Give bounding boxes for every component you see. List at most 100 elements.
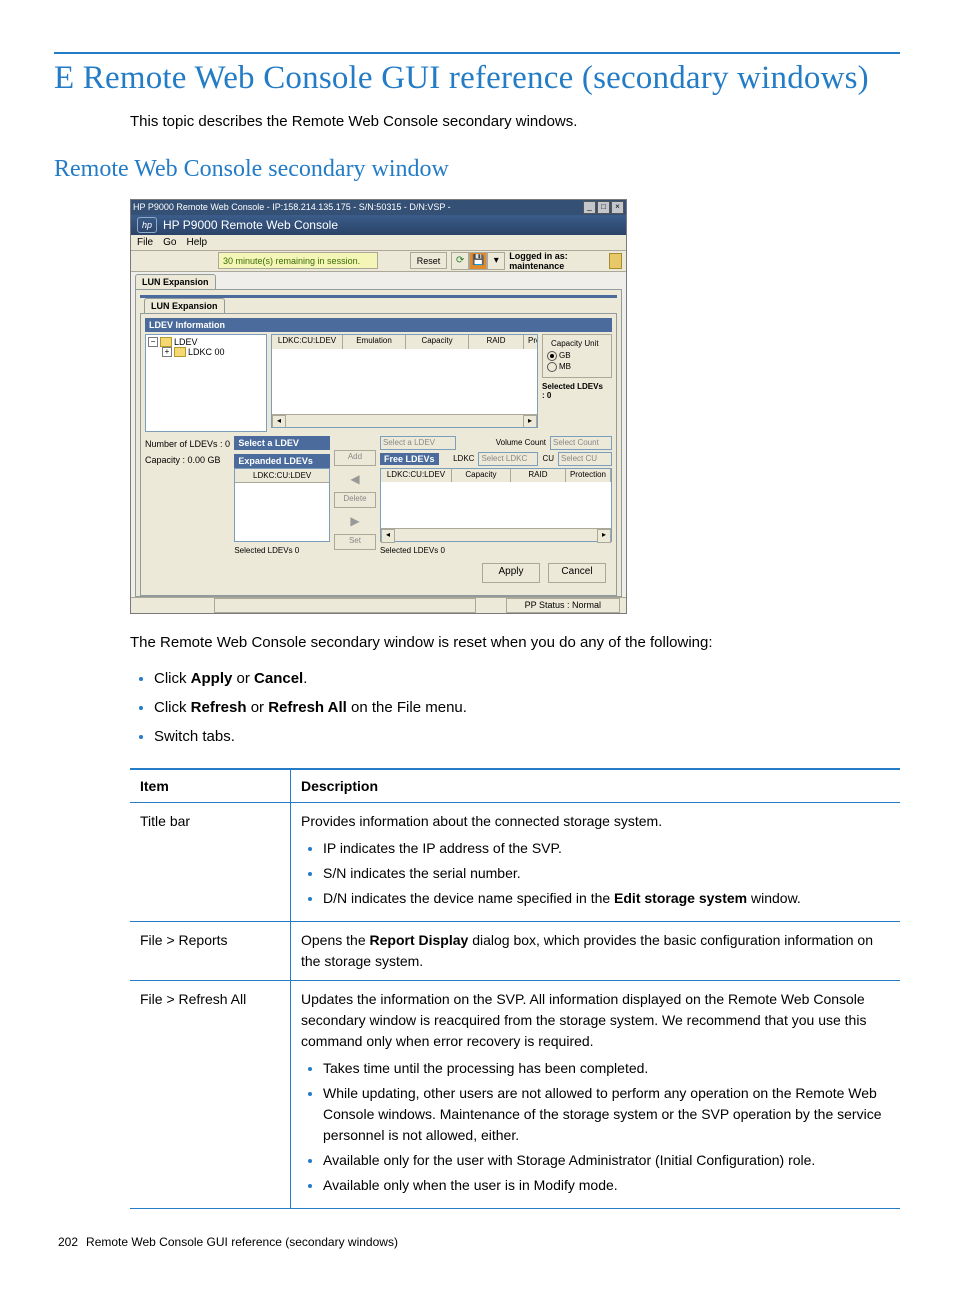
refresh-icon[interactable]: ⟳ — [451, 252, 469, 270]
tree-root-label[interactable]: LDEV — [174, 337, 198, 347]
tab-lun-expansion-inner[interactable]: LUN Expansion — [144, 298, 225, 313]
footer-text: Remote Web Console GUI reference (second… — [86, 1235, 398, 1249]
brand-title: HP P9000 Remote Web Console — [163, 218, 338, 232]
save-icon[interactable]: 💾 — [469, 252, 487, 270]
text: Click — [154, 699, 191, 716]
delete-button[interactable]: Delete — [334, 492, 376, 508]
table-item: File > Refresh All — [130, 981, 291, 1209]
folder-icon — [174, 347, 186, 357]
scroll-right-icon[interactable]: ▸ — [597, 529, 611, 543]
stat-num-ldevs: Number of LDEVs : 0 — [145, 436, 230, 452]
minimize-icon[interactable]: _ — [583, 201, 596, 214]
table-header-item: Item — [130, 769, 291, 803]
text: window. — [747, 890, 801, 906]
text: D/N indicates the device name specified … — [323, 890, 614, 906]
add-button[interactable]: Add — [334, 450, 376, 466]
list-item: Available only for the user with Storage… — [323, 1150, 890, 1171]
reset-button[interactable]: Reset — [410, 252, 448, 269]
expanded-list-header[interactable]: LDKC:CU:LDEV — [235, 469, 329, 483]
cancel-button[interactable]: Cancel — [548, 563, 606, 583]
capacity-unit-label: Capacity Unit — [549, 339, 601, 348]
list-item: Click Refresh or Refresh All on the File… — [154, 693, 900, 722]
arrow-left-icon: ◀ — [350, 472, 359, 486]
tree-collapse-icon[interactable]: − — [148, 337, 158, 347]
select-count-dropdown[interactable]: Select Count — [550, 436, 612, 450]
menu-help[interactable]: Help — [186, 237, 207, 248]
free-col-capacity[interactable]: Capacity — [452, 469, 511, 482]
text: or — [247, 699, 269, 716]
ldev-grid[interactable]: LDKC:CU:LDEV Emulation Capacity RAID Pro… — [271, 334, 538, 428]
stat-capacity: Capacity : 0.00 GB — [145, 452, 230, 468]
radio-gb[interactable] — [547, 351, 557, 361]
grid-col-emulation[interactable]: Emulation — [343, 335, 406, 349]
table-desc: Updates the information on the SVP. All … — [291, 981, 901, 1209]
grid-col-raid[interactable]: RAID — [469, 335, 524, 349]
top-rule — [54, 52, 900, 54]
menu-bar: File Go Help — [131, 235, 626, 251]
list-item: IP indicates the IP address of the SVP. — [323, 838, 890, 859]
page-footer: 202 Remote Web Console GUI reference (se… — [54, 1235, 900, 1249]
close-icon[interactable]: × — [611, 201, 624, 214]
folder-icon — [160, 337, 172, 347]
table-row: File > Reports Opens the Report Display … — [130, 922, 900, 981]
text: Provides information about the connected… — [301, 813, 662, 829]
tree-child-label[interactable]: LDKC 00 — [188, 347, 225, 357]
reset-intro: The Remote Web Console secondary window … — [130, 632, 900, 655]
select-ldev-bar: Select a LDEV — [234, 436, 330, 450]
window-titlebar: HP P9000 Remote Web Console - IP:158.214… — [131, 200, 626, 215]
table-item: Title bar — [130, 803, 291, 922]
reference-table: Item Description Title bar Provides info… — [130, 768, 900, 1209]
scroll-left-icon[interactable]: ◂ — [272, 415, 286, 428]
pp-status: PP Status : Normal — [506, 598, 620, 613]
lock-icon[interactable] — [609, 253, 622, 269]
grid-col-ldkc[interactable]: LDKC:CU:LDEV — [272, 335, 343, 349]
list-item: Takes time until the processing has been… — [323, 1058, 890, 1079]
tab-lun-expansion-outer[interactable]: LUN Expansion — [135, 274, 216, 289]
volume-count-label: Volume Count — [496, 438, 546, 447]
table-desc: Opens the Report Display dialog box, whi… — [291, 922, 901, 981]
ldkc-dropdown[interactable]: Select LDKC — [478, 452, 538, 466]
free-col-raid[interactable]: RAID — [511, 469, 566, 482]
selected-ldevs-left: Selected LDEVs 0 — [234, 546, 330, 555]
expanded-ldevs-bar: Expanded LDEVs — [234, 454, 330, 468]
set-button[interactable]: Set — [334, 534, 376, 550]
text-bold: Edit storage system — [614, 890, 747, 906]
radio-gb-label: GB — [559, 351, 571, 360]
cu-dropdown[interactable]: Select CU — [558, 452, 612, 466]
radio-mb-label: MB — [559, 362, 571, 371]
table-item: File > Reports — [130, 922, 291, 981]
list-item: Click Apply or Cancel. — [154, 664, 900, 693]
text-bold: Refresh — [191, 699, 247, 716]
apply-button[interactable]: Apply — [482, 563, 540, 583]
tree-expand-icon[interactable]: + — [162, 347, 172, 357]
grid-col-protect[interactable]: Protec — [524, 335, 538, 349]
text: Opens the — [301, 932, 370, 948]
page-title: E Remote Web Console GUI reference (seco… — [54, 60, 900, 97]
intro-text: This topic describes the Remote Web Cons… — [130, 111, 900, 134]
expanded-ldevs-list[interactable]: LDKC:CU:LDEV — [234, 468, 330, 542]
capacity-unit-group: Capacity Unit GB MB — [542, 334, 612, 378]
selected-ldevs-right: Selected LDEVs 0 — [380, 546, 612, 555]
radio-mb[interactable] — [547, 362, 557, 372]
toolbar: 30 minute(s) remaining in session. Reset… — [131, 251, 626, 272]
text-bold: Cancel — [254, 670, 303, 687]
select-ldev-dropdown[interactable]: Select a LDEV — [380, 436, 456, 450]
scroll-left-icon[interactable]: ◂ — [381, 529, 395, 543]
free-ldevs-grid[interactable]: LDKC:CU:LDEV Capacity RAID Protection ◂ … — [380, 468, 612, 542]
dropdown-icon[interactable]: ▾ — [487, 252, 505, 270]
menu-go[interactable]: Go — [163, 237, 176, 248]
table-row: File > Refresh All Updates the informati… — [130, 981, 900, 1209]
free-col-protection[interactable]: Protection — [566, 469, 611, 482]
brand-bar: hp HP P9000 Remote Web Console — [131, 215, 626, 235]
table-row: Title bar Provides information about the… — [130, 803, 900, 922]
section-heading: Remote Web Console secondary window — [54, 156, 900, 183]
maximize-icon[interactable]: □ — [597, 201, 610, 214]
ldev-tree[interactable]: − LDEV + LDKC 00 — [145, 334, 267, 432]
text-bold: Report Display — [370, 932, 469, 948]
free-col-ldkc[interactable]: LDKC:CU:LDEV — [381, 469, 452, 482]
menu-file[interactable]: File — [137, 237, 153, 248]
text: . — [303, 670, 307, 687]
grid-col-capacity[interactable]: Capacity — [406, 335, 469, 349]
scroll-right-icon[interactable]: ▸ — [523, 415, 537, 428]
arrow-right-icon: ▶ — [350, 514, 359, 528]
